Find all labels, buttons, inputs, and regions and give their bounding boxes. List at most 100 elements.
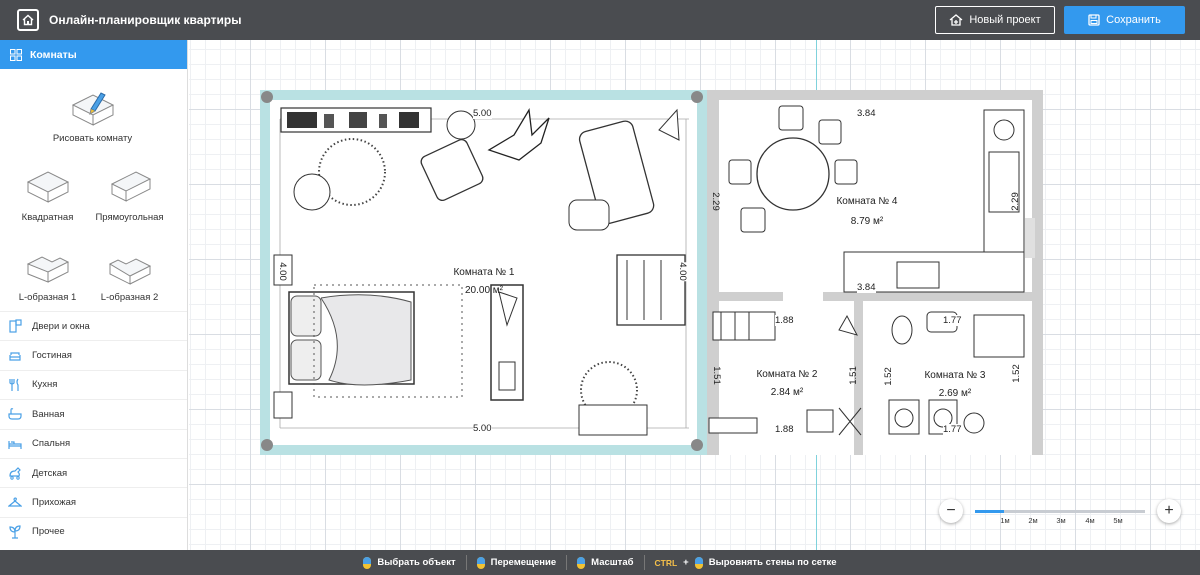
- room-2-area: 2.84 м²: [770, 387, 804, 398]
- dim-r3-right: 1.52: [1010, 364, 1022, 383]
- bathtub-icon: [8, 408, 22, 420]
- sidebar: Комнаты Рисовать комнату Квадратная Прям…: [0, 40, 188, 550]
- room-1-name: Комната № 1: [453, 267, 515, 278]
- dim-r3-left: 1.52: [882, 367, 894, 386]
- l-room-2-icon: [108, 258, 151, 285]
- dim-r3-bottom: 1.77: [943, 424, 962, 435]
- dim-r2-bottom: 1.88: [775, 424, 794, 435]
- sidebar-item-label: Ванная: [32, 408, 65, 420]
- zoom-tick: 3м: [1056, 516, 1066, 525]
- room-1-area: 20.00 м²: [464, 285, 503, 296]
- zoom-in-button[interactable]: +: [1157, 499, 1181, 523]
- mouse-right-icon: [476, 556, 485, 569]
- zoom-tick: 2м: [1028, 516, 1038, 525]
- sidebar-item-other[interactable]: Прочее: [0, 516, 187, 546]
- mouse-left-icon: [694, 556, 703, 569]
- sidebar-item-living-room[interactable]: Гостиная: [0, 340, 187, 369]
- room-4-label[interactable]: Комната № 4 8.79 м²: [817, 192, 917, 232]
- new-project-label: Новый проект: [969, 14, 1041, 26]
- zoom-slider-fill: [975, 510, 1004, 513]
- sidebar-item-label: Прочее: [32, 526, 65, 538]
- sidebar-item-kitchen[interactable]: Кухня: [0, 369, 187, 399]
- new-project-button[interactable]: Новый проект: [935, 6, 1055, 34]
- mouse-wheel-icon: [577, 556, 586, 569]
- hint-align: CTRL + Выровнять стены по сетке: [645, 555, 847, 570]
- room-4-name: Комната № 4: [836, 196, 898, 207]
- save-label: Сохранить: [1106, 14, 1161, 26]
- hint-scale: Масштаб: [567, 555, 645, 570]
- tile-l-shape-1-label: L-образная 1: [18, 292, 77, 303]
- room-3-name: Комната № 3: [924, 370, 986, 381]
- tile-l-shape-2-label: L-образная 2: [100, 292, 159, 303]
- toilet: [891, 315, 913, 345]
- dim-r4-left: 2.29: [709, 192, 721, 211]
- mouse-left-icon: [363, 556, 372, 569]
- zoom-slider[interactable]: [975, 510, 1145, 513]
- room-3-label[interactable]: Комната № 3 2.69 м²: [905, 367, 1005, 403]
- save-button[interactable]: Сохранить: [1064, 6, 1185, 34]
- dim-r2-top: 1.88: [775, 315, 794, 326]
- plus-icon: +: [1164, 502, 1174, 519]
- tile-l-shape-1[interactable]: L-образная 1: [10, 248, 85, 303]
- dim-r1-bottom: 5.00: [473, 423, 492, 434]
- floor-plan: [260, 90, 1043, 455]
- sidebar-item-rooms[interactable]: Комнаты: [0, 40, 187, 69]
- app-title: Онлайн-планировщик квартиры: [49, 13, 242, 27]
- plan-canvas[interactable]: Комната № 1 20.00 м² Комната № 2 2.84 м²…: [189, 40, 1200, 550]
- sidebar-item-label: Спальня: [32, 438, 71, 450]
- hint-align-label: Выровнять стены по сетке: [708, 557, 837, 568]
- sidebar-item-doors-windows[interactable]: Двери и окна: [0, 311, 187, 340]
- sidebar-item-label: Гостиная: [32, 350, 72, 362]
- sidebar-item-kids-room[interactable]: Детская: [0, 457, 187, 487]
- square-room-icon: [26, 171, 69, 203]
- sidebar-item-label: Детская: [32, 467, 68, 479]
- dim-r4-bottom: 3.84: [857, 282, 876, 293]
- tile-draw-room-label: Рисовать комнату: [52, 133, 133, 144]
- room-4-area: 8.79 м²: [850, 216, 884, 227]
- hint-bar: Выбрать объект Перемещение Масштаб CTRL +…: [0, 550, 1200, 575]
- cutlery-icon: [9, 378, 19, 391]
- room-2-name: Комната № 2: [756, 369, 818, 380]
- home-logo-icon[interactable]: [17, 9, 39, 31]
- sidebar-item-bedroom[interactable]: Спальня: [0, 428, 187, 458]
- dim-r3-top: 1.77: [943, 315, 962, 326]
- wardrobe: [712, 311, 776, 341]
- tile-l-shape-2[interactable]: L-образная 2: [92, 248, 167, 303]
- hint-scale-label: Масштаб: [591, 557, 634, 568]
- dim-r1-top: 5.00: [473, 108, 492, 119]
- home-plus-icon: [949, 14, 963, 26]
- zoom-out-button[interactable]: −: [939, 499, 963, 523]
- door-window-icon: [9, 319, 22, 333]
- dim-r1-right: 4.00: [676, 262, 688, 281]
- sidebar-item-hallway[interactable]: Прихожая: [0, 487, 187, 516]
- hint-plus: +: [683, 557, 689, 568]
- hint-select-label: Выбрать объект: [377, 557, 456, 568]
- hint-move-label: Перемещение: [490, 557, 557, 568]
- top-bar: Онлайн-планировщик квартиры Новый проект…: [0, 0, 1200, 40]
- rect-room-icon: [110, 171, 151, 202]
- tile-rectangle[interactable]: Прямоугольная: [92, 168, 167, 223]
- room-2-label[interactable]: Комната № 2 2.84 м²: [737, 366, 837, 402]
- room-3-area: 2.69 м²: [938, 388, 972, 399]
- hanger-icon: [8, 496, 22, 507]
- floppy-icon: [1088, 14, 1100, 26]
- toy-icon: [9, 467, 21, 480]
- minus-icon: −: [946, 502, 956, 519]
- sofa-icon: [9, 351, 21, 361]
- tile-rectangle-label: Прямоугольная: [95, 212, 164, 223]
- tile-square-label: Квадратная: [21, 212, 74, 223]
- grid-icon: [10, 48, 22, 61]
- l-room-1-icon: [26, 256, 69, 283]
- bed-icon: [8, 440, 22, 449]
- hint-move: Перемещение: [467, 555, 568, 570]
- plant-icon: [9, 525, 21, 539]
- sidebar-item-label: Кухня: [32, 379, 58, 391]
- shower: [973, 314, 1025, 358]
- tile-square[interactable]: Квадратная: [10, 168, 85, 223]
- tile-draw-room[interactable]: Рисовать комнату: [50, 85, 135, 144]
- sidebar-item-bathroom[interactable]: Ванная: [0, 399, 187, 428]
- room-1-label[interactable]: Комната № 1 20.00 м²: [434, 264, 534, 300]
- hint-select: Выбрать объект: [353, 555, 467, 570]
- dim-r4-top: 3.84: [857, 108, 876, 119]
- zoom-tick: 1м: [1000, 516, 1010, 525]
